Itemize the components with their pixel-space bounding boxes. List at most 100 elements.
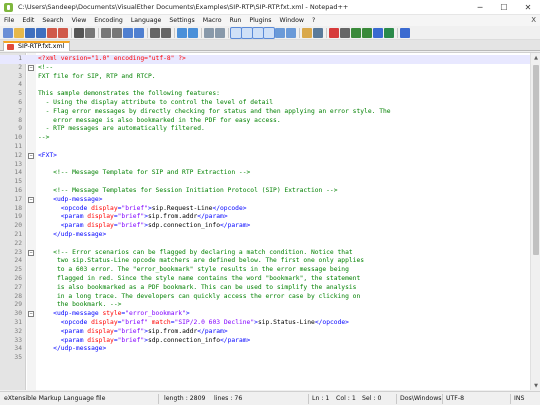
print-icon[interactable] [74,27,84,38]
code-line[interactable]: 4 [0,81,530,90]
sync-v-icon[interactable] [204,27,214,38]
code-line[interactable]: 32 <param display="brief">sip.from.addr<… [0,328,530,337]
menu-encoding[interactable]: Encoding [90,15,127,26]
menu-language[interactable]: Language [127,15,166,26]
fold-toggle-icon[interactable]: − [28,152,34,159]
code-text: error message is also bookmarked in the … [38,117,280,126]
record-macro-icon[interactable] [329,27,339,38]
code-line[interactable]: 16 <!-- Message Templates for Session In… [0,187,530,196]
replace-icon[interactable] [161,27,171,38]
indent-guide-icon[interactable] [252,26,264,39]
code-line[interactable]: 24 two sip.Status-Line opcode matchers a… [0,257,530,266]
maximize-button[interactable]: ☐ [492,0,516,15]
menu-search[interactable]: Search [38,15,67,26]
monitor-icon[interactable] [313,27,323,38]
close-icon[interactable] [47,27,57,38]
code-line[interactable]: 12− <FXT> [0,152,530,161]
menu-settings[interactable]: Settings [165,15,198,26]
code-line[interactable]: 13 [0,161,530,170]
paste-icon[interactable] [112,27,122,38]
code-line[interactable]: 3 FXT file for SIP, RTP and RTCP. [0,73,530,82]
token: <FXT> [38,151,57,159]
code-line[interactable]: 25 to a 603 error. The "error_bookmark" … [0,266,530,275]
function-list-icon[interactable] [286,27,296,38]
code-line[interactable]: 17− <udp-message> [0,196,530,205]
scroll-thumb[interactable] [533,65,539,255]
code-line[interactable]: 22 [0,240,530,249]
code-line[interactable]: 2− <!-- [0,64,530,73]
spellcheck-icon[interactable] [384,27,394,38]
line-number: 35 [14,354,22,362]
code-line[interactable]: 8 error message is also bookmarked in th… [0,117,530,126]
sync-h-icon[interactable] [215,27,225,38]
menu-view[interactable]: View [68,15,91,26]
line-number: 12 [14,151,22,159]
code-line[interactable]: 35 [0,354,530,363]
fold-toggle-icon[interactable]: − [28,311,34,318]
code-line[interactable]: 26 flagged in red. Since the style name … [0,275,530,284]
menu-plugins[interactable]: Plugins [245,15,275,26]
code-line[interactable]: 19 <param display="brief">sip.from.addr<… [0,213,530,222]
code-line[interactable]: 7 - Flag error messages by directly chec… [0,108,530,117]
code-line[interactable]: 11 [0,143,530,152]
code-line[interactable]: 18 <opcode display="brief">sip.Request-L… [0,205,530,214]
find-icon[interactable] [150,27,160,38]
code-line[interactable]: 28 in a long trace. The developers can q… [0,293,530,302]
code-line[interactable]: 34 </udp-message> [0,345,530,354]
code-line[interactable]: 23− <!-- Error scenarios can be flagged … [0,249,530,258]
editor[interactable]: 1 <?xml version="1.0" encoding="utf-8" ?>… [0,52,540,390]
menu-file[interactable]: File [0,15,18,26]
code-area[interactable]: 1 <?xml version="1.0" encoding="utf-8" ?>… [0,55,530,363]
menu-edit[interactable]: Edit [18,15,38,26]
menu-help[interactable]: ? [308,15,319,26]
play-multiple-icon[interactable] [362,27,372,38]
new-file-icon[interactable] [3,27,13,38]
fold-toggle-icon[interactable]: − [28,196,34,203]
close-document-button[interactable]: X [531,15,536,26]
code-line[interactable]: 29 the bookmark. --> [0,301,530,310]
code-line[interactable]: 1 <?xml version="1.0" encoding="utf-8" ?> [0,55,530,64]
tab-sip-rtp-fxt-xml[interactable]: SIP-RTP.fxt.xml [3,41,71,51]
fold-toggle-icon[interactable]: − [28,64,34,71]
close-all-icon[interactable] [58,27,68,38]
code-line[interactable]: 5 This sample demonstrates the following … [0,90,530,99]
scroll-down-icon[interactable]: ▼ [531,381,540,390]
save-all-icon[interactable] [36,27,46,38]
redo-icon[interactable] [134,27,144,38]
code-line[interactable]: 33 <param display="brief">sdp.connection… [0,337,530,346]
zoom-in-icon[interactable] [177,27,187,38]
open-file-icon[interactable] [14,27,24,38]
undo-icon[interactable] [123,27,133,38]
code-line[interactable]: 20 <param display="brief">sdp.connection… [0,222,530,231]
abc-icon[interactable] [400,27,410,38]
save-macro-icon[interactable] [373,27,383,38]
menu-window[interactable]: Window [276,15,308,26]
code-line[interactable]: 30− <udp-message style="error_bookmark"> [0,310,530,319]
code-line[interactable]: 27 is also bookmarked as a PDF bookmark.… [0,284,530,293]
zoom-out-icon[interactable] [188,27,198,38]
close-window-button[interactable]: ✕ [516,0,540,15]
all-chars-icon[interactable] [241,26,253,39]
code-line[interactable]: 14 <!-- Message Template for SIP and RTP… [0,169,530,178]
code-line[interactable]: 9 - RTP messages are automatically filte… [0,125,530,134]
code-line[interactable]: 31 <opcode display="brief" match="SIP/2.… [0,319,530,328]
scroll-up-icon[interactable]: ▲ [531,53,540,63]
copy-icon[interactable] [101,27,111,38]
fold-toggle-icon[interactable]: − [28,249,34,256]
menu-run[interactable]: Run [225,15,245,26]
stop-record-icon[interactable] [340,27,350,38]
folder-workspace-icon[interactable] [302,27,312,38]
cut-icon[interactable] [85,27,95,38]
wrap-icon[interactable] [230,26,242,39]
vertical-scrollbar[interactable]: ▲ ▼ [530,53,540,390]
udl-icon[interactable] [263,26,275,39]
minimize-button[interactable]: ─ [468,0,492,15]
code-line[interactable]: 6 - Using the display attribute to contr… [0,99,530,108]
code-line[interactable]: 15 [0,178,530,187]
code-line[interactable]: 10 --> [0,134,530,143]
doc-map-icon[interactable] [275,27,285,38]
play-macro-icon[interactable] [351,27,361,38]
save-icon[interactable] [25,27,35,38]
code-line[interactable]: 21 </udp-message> [0,231,530,240]
menu-macro[interactable]: Macro [199,15,226,26]
